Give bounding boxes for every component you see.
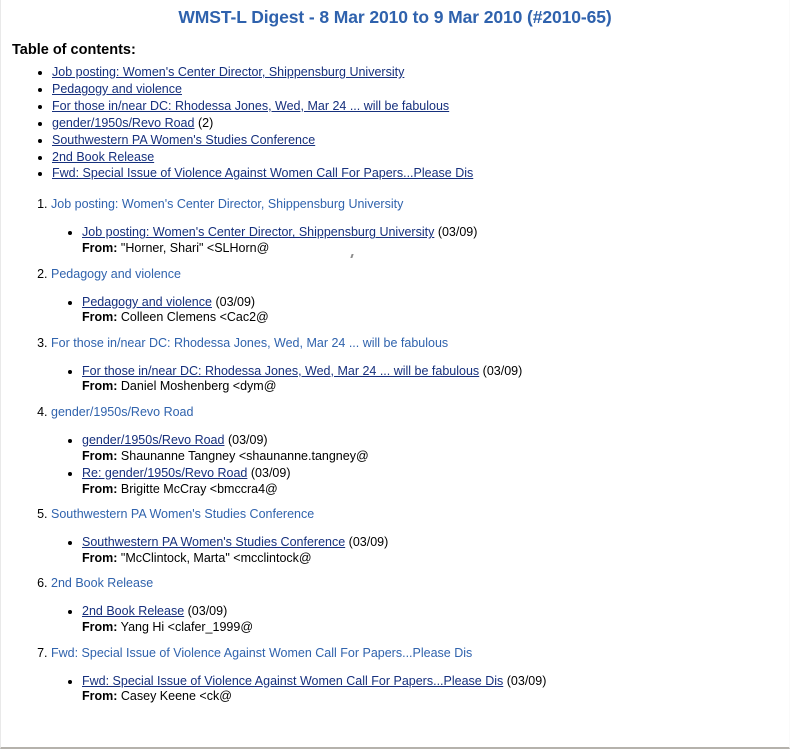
toc-list-item: Southwestern PA Women's Studies Conferen… xyxy=(52,133,789,150)
message-date: (03/09) xyxy=(227,432,268,447)
from-sender: Shaunanne Tangney <shaunanne.tangney@ xyxy=(120,448,369,463)
message-from-line: From: Casey Keene <ck@ xyxy=(82,689,789,705)
from-sender: Casey Keene <ck@ xyxy=(120,689,232,704)
from-sender: Colleen Clemens <Cac2@ xyxy=(120,310,269,325)
digest-section: Job posting: Women's Center Director, Sh… xyxy=(51,197,789,256)
toc-list-item: gender/1950s/Revo Road (2) xyxy=(52,116,789,133)
section-title: Job posting: Women's Center Director, Sh… xyxy=(51,197,404,212)
section-title: For those in/near DC: Rhodessa Jones, We… xyxy=(51,335,449,350)
section-message-list: 2nd Book Release (03/09)From: Yang Hi <c… xyxy=(51,604,789,635)
toc-list-item: Pedagogy and violence xyxy=(52,82,789,99)
section-title: 2nd Book Release xyxy=(51,576,154,591)
message-item: gender/1950s/Revo Road (03/09) From: Shau… xyxy=(82,433,789,464)
digest-section: Southwestern PA Women's Studies Conferen… xyxy=(51,507,789,566)
from-label: From: xyxy=(82,689,118,704)
message-subject-link[interactable]: Southwestern PA Women's Studies Conferen… xyxy=(82,535,345,549)
section-message-list: Fwd: Special Issue of Violence Against W… xyxy=(51,674,789,705)
message-from-line: From: Yang Hi <clafer_1999@ xyxy=(82,620,789,636)
message-item: Pedagogy and violence (03/09)From: Colle… xyxy=(82,295,789,326)
toc-link[interactable]: For those in/near DC: Rhodessa Jones, We… xyxy=(52,99,449,113)
message-date: (03/09) xyxy=(506,673,547,688)
message-date: (03/09) xyxy=(348,535,389,550)
toc-link[interactable]: Fwd: Special Issue of Violence Against W… xyxy=(52,166,473,180)
digest-sections-list: Job posting: Women's Center Director, Sh… xyxy=(1,197,789,705)
message-subject-link[interactable]: gender/1950s/Revo Road xyxy=(82,433,224,447)
from-sender: "Horner, Shari" <SLHorn@ xyxy=(120,240,270,255)
page-title: WMST-L Digest - 8 Mar 2010 to 9 Mar 2010… xyxy=(178,7,612,27)
digest-page: WMST-L Digest - 8 Mar 2010 to 9 Mar 2010… xyxy=(0,0,790,749)
message-subject-link[interactable]: For those in/near DC: Rhodessa Jones, We… xyxy=(82,364,479,378)
toc-list-item: For those in/near DC: Rhodessa Jones, We… xyxy=(52,99,789,116)
message-from-line: From: Daniel Moshenberg <dym@ xyxy=(82,379,789,395)
message-subject-link[interactable]: Fwd: Special Issue of Violence Against W… xyxy=(82,674,503,688)
digest-section: Fwd: Special Issue of Violence Against W… xyxy=(51,646,789,705)
toc-link[interactable]: Pedagogy and violence xyxy=(52,82,182,96)
message-from-line: From: Colleen Clemens <Cac2@ xyxy=(82,310,789,326)
section-title: Pedagogy and violence xyxy=(51,266,181,281)
message-subject-link[interactable]: 2nd Book Release xyxy=(82,604,184,618)
message-item: Job posting: Women's Center Director, Sh… xyxy=(82,225,789,256)
message-from-line: From: "McClintock, Marta" <mcclintock@ xyxy=(82,551,789,567)
toc-link[interactable]: gender/1950s/Revo Road xyxy=(52,116,194,130)
from-label: From: xyxy=(82,379,118,394)
digest-section: For those in/near DC: Rhodessa Jones, We… xyxy=(51,336,789,395)
from-label: From: xyxy=(82,448,118,463)
message-date: (03/09) xyxy=(437,225,478,240)
digest-section: 2nd Book Release 2nd Book Release (03/09)… xyxy=(51,576,789,635)
section-title: Fwd: Special Issue of Violence Against W… xyxy=(51,645,473,660)
toc-list-item: Fwd: Special Issue of Violence Against W… xyxy=(52,166,789,183)
message-date: (03/09) xyxy=(187,604,228,619)
toc-message-count: (2) xyxy=(197,115,214,130)
section-message-list: Southwestern PA Women's Studies Conferen… xyxy=(51,535,789,566)
digest-section: gender/1950s/Revo Roadgender/1950s/Revo … xyxy=(51,405,789,497)
from-label: From: xyxy=(82,620,118,635)
message-from-line: From: "Horner, Shari" <SLHorn@ xyxy=(82,241,789,257)
section-message-list: gender/1950s/Revo Road (03/09)From: Shau… xyxy=(51,433,789,497)
message-date: (03/09) xyxy=(482,363,523,378)
from-label: From: xyxy=(82,550,118,565)
section-message-list: For those in/near DC: Rhodessa Jones, We… xyxy=(51,364,789,395)
message-item: 2nd Book Release (03/09)From: Yang Hi <c… xyxy=(82,604,789,635)
from-sender: Daniel Moshenberg <dym@ xyxy=(120,379,277,394)
toc-link[interactable]: 2nd Book Release xyxy=(52,150,154,164)
from-sender: Yang Hi <clafer_1999@ xyxy=(120,620,254,635)
message-from-line: From: Brigitte McCray <bmccra4@ xyxy=(82,482,789,498)
message-item: Fwd: Special Issue of Violence Against W… xyxy=(82,674,789,705)
section-message-list: Pedagogy and violence (03/09)From: Colle… xyxy=(51,295,789,326)
toc-list-item: Job posting: Women's Center Director, Sh… xyxy=(52,65,789,82)
section-title: gender/1950s/Revo Road xyxy=(51,404,194,419)
message-item: Southwestern PA Women's Studies Conferen… xyxy=(82,535,789,566)
message-from-line: From: Shaunanne Tangney <shaunanne.tangn… xyxy=(82,449,789,465)
message-date: (03/09) xyxy=(215,294,256,309)
toc-link[interactable]: Southwestern PA Women's Studies Conferen… xyxy=(52,133,315,147)
message-item: Re: gender/1950s/Revo Road (03/09)From: … xyxy=(82,466,789,497)
digest-section: Pedagogy and violence Pedagogy and violen… xyxy=(51,267,789,326)
from-label: From: xyxy=(82,481,118,496)
message-subject-link[interactable]: Re: gender/1950s/Revo Road xyxy=(82,466,247,480)
section-title: Southwestern PA Women's Studies Conferen… xyxy=(51,507,315,522)
toc-link[interactable]: Job posting: Women's Center Director, Sh… xyxy=(52,65,404,79)
from-sender: Brigitte McCray <bmccra4@ xyxy=(120,481,278,496)
from-label: From: xyxy=(82,310,118,325)
from-sender: "McClintock, Marta" <mcclintock@ xyxy=(120,550,312,565)
from-label: From: xyxy=(82,240,118,255)
table-of-contents-list: Job posting: Women's Center Director, Sh… xyxy=(1,65,789,183)
table-of-contents-heading: Table of contents: xyxy=(12,42,136,58)
message-date: (03/09) xyxy=(250,466,291,481)
message-item: For those in/near DC: Rhodessa Jones, We… xyxy=(82,364,789,395)
section-message-list: Job posting: Women's Center Director, Sh… xyxy=(51,225,789,256)
message-subject-link[interactable]: Job posting: Women's Center Director, Sh… xyxy=(82,225,434,239)
toc-list-item: 2nd Book Release xyxy=(52,150,789,167)
message-subject-link[interactable]: Pedagogy and violence xyxy=(82,295,212,309)
